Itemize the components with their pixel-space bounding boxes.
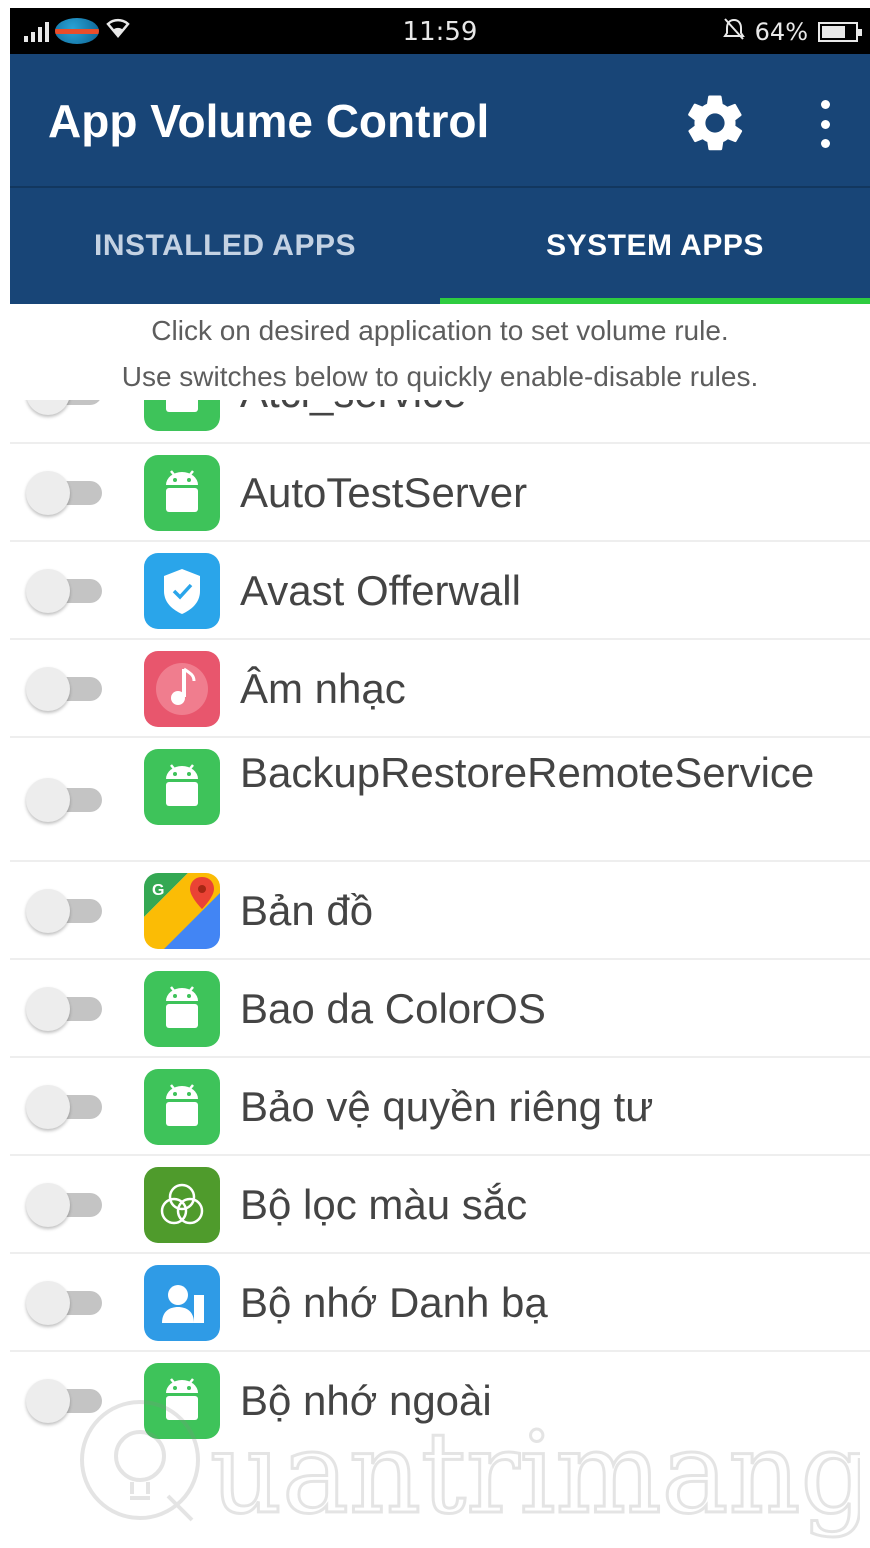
svg-text:G: G <box>152 882 164 899</box>
app-name: Bộ nhớ ngoài <box>240 1377 492 1424</box>
app-name: Avast Offerwall <box>240 567 521 614</box>
app-title: App Volume Control <box>48 95 490 147</box>
app-name: Bảo vệ quyền riêng tư <box>240 1083 654 1130</box>
app-row[interactable]: Atci_service <box>10 400 870 444</box>
tab-system-apps[interactable]: SYSTEM APPS <box>440 188 870 304</box>
android-icon <box>144 455 220 531</box>
app-row[interactable]: Âm nhạc <box>10 640 870 738</box>
tab-installed-apps[interactable]: INSTALLED APPS <box>10 188 440 304</box>
rule-toggle-switch[interactable] <box>20 778 106 822</box>
instructions: Click on desired application to set volu… <box>10 304 870 400</box>
rule-toggle-switch[interactable] <box>20 400 106 415</box>
app-row[interactable]: Bộ lọc màu sắc <box>10 1156 870 1254</box>
app-row[interactable]: Bộ nhớ Danh bạ <box>10 1254 870 1352</box>
battery-icon <box>818 22 862 42</box>
app-name: Bộ lọc màu sắc <box>240 1181 528 1228</box>
gear-icon[interactable] <box>682 90 748 156</box>
rule-toggle-switch[interactable] <box>20 1183 106 1227</box>
app-name: Bộ nhớ Danh bạ <box>240 1279 548 1326</box>
rule-toggle-switch[interactable] <box>20 1281 106 1325</box>
android-icon <box>144 400 220 431</box>
app-name: Âm nhạc <box>240 665 406 712</box>
rule-toggle-switch[interactable] <box>20 1085 106 1129</box>
music-note-icon <box>144 651 220 727</box>
alarm-off-icon <box>722 17 745 47</box>
app-list: Atci_service AutoTestServer Avast Offerw… <box>10 400 870 1548</box>
status-bar: 11:59 64% <box>10 8 870 54</box>
app-row[interactable]: Avast Offerwall <box>10 542 870 640</box>
app-name: Bản đồ <box>240 887 374 934</box>
contacts-icon <box>144 1265 220 1341</box>
tab-bar: INSTALLED APPS SYSTEM APPS <box>10 188 870 304</box>
app-row[interactable]: BackupRestoreRemoteService <box>10 738 870 862</box>
android-icon <box>144 749 220 825</box>
shield-icon <box>144 553 220 629</box>
app-row[interactable]: AutoTestServer <box>10 444 870 542</box>
app-row[interactable]: Bộ nhớ ngoài <box>10 1352 870 1450</box>
rule-toggle-switch[interactable] <box>20 667 106 711</box>
rule-toggle-switch[interactable] <box>20 471 106 515</box>
android-icon <box>144 1363 220 1439</box>
battery-percent: 64% <box>754 18 808 46</box>
app-name: AutoTestServer <box>240 469 528 516</box>
status-right-icons: 64% <box>722 17 862 47</box>
android-icon <box>144 971 220 1047</box>
app-name: BackupRestoreRemoteService <box>240 749 815 796</box>
app-row[interactable]: Bao da ColorOS <box>10 960 870 1058</box>
app-name: Bao da ColorOS <box>240 985 546 1032</box>
more-options-icon[interactable] <box>810 94 840 154</box>
instructions-line-2: Use switches below to quickly enable-dis… <box>121 361 759 392</box>
app-bar: App Volume Control INSTALLED APPS SYSTEM… <box>10 54 870 304</box>
app-name: Atci_service <box>240 400 864 418</box>
android-icon <box>144 1069 220 1145</box>
rule-toggle-switch[interactable] <box>20 987 106 1031</box>
rule-toggle-switch[interactable] <box>20 1379 106 1423</box>
instructions-line-1: Click on desired application to set volu… <box>151 315 729 346</box>
rule-toggle-switch[interactable] <box>20 569 106 613</box>
toolbar: App Volume Control <box>10 54 870 186</box>
color-filter-icon <box>144 1167 220 1243</box>
app-row[interactable]: Bảo vệ quyền riêng tư <box>10 1058 870 1156</box>
rule-toggle-switch[interactable] <box>20 889 106 933</box>
app-row[interactable]: G Bản đồ <box>10 862 870 960</box>
maps-icon: G <box>144 873 220 949</box>
